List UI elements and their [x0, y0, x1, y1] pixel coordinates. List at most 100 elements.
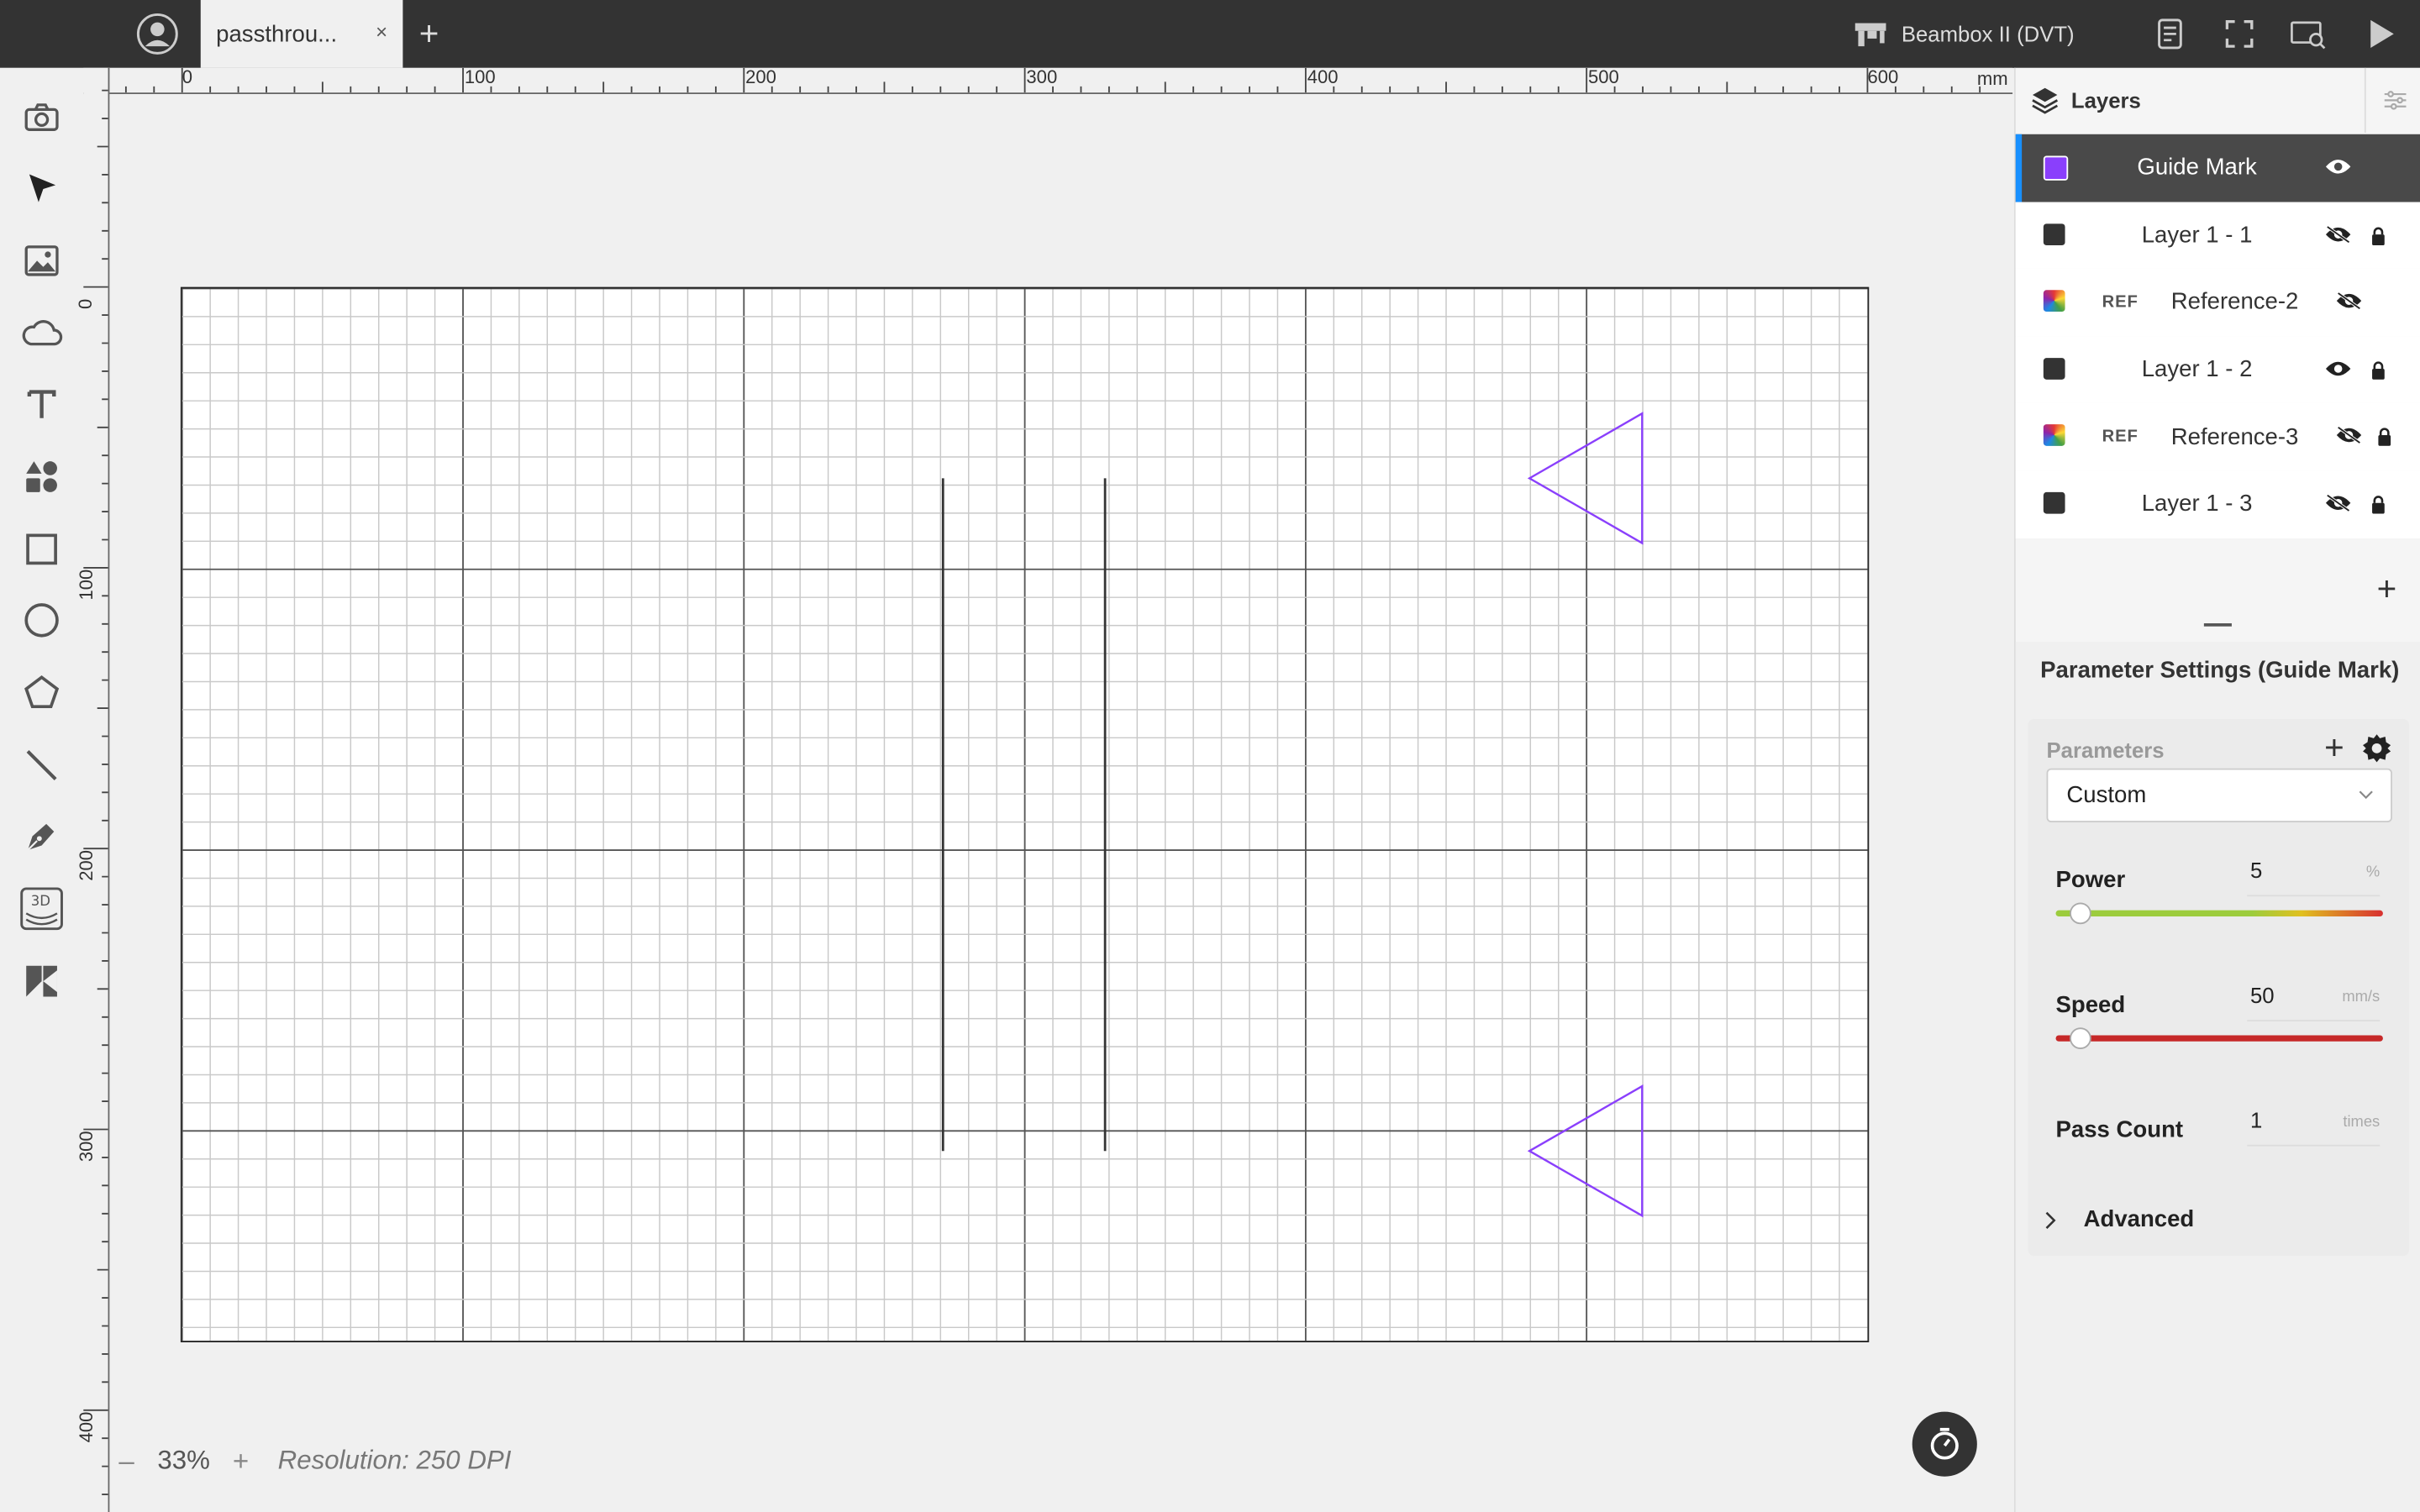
layer-row[interactable]: REF Reference-2	[2015, 268, 2420, 337]
power-slider-handle[interactable]	[2070, 902, 2091, 925]
document-settings-icon[interactable]	[2151, 15, 2188, 52]
ruler-top-label: 100	[464, 66, 496, 88]
layer-row[interactable]: Layer 1 - 3	[2015, 470, 2420, 538]
rectangle-icon[interactable]	[18, 526, 65, 572]
select-arrow-icon[interactable]	[18, 165, 65, 212]
right-panel: Layers Guide Mark Layer 1 - 1 REF Reference…	[2013, 67, 2420, 1512]
pen-icon[interactable]	[18, 813, 65, 859]
ruler-left-label: 300	[76, 1131, 97, 1163]
lock-icon[interactable]	[2370, 360, 2386, 387]
guide-mark-triangle[interactable]	[1527, 1084, 1644, 1218]
zoom-control: – 33% + Resolution: 250 DPI	[114, 1444, 511, 1478]
frame-icon[interactable]	[2221, 15, 2258, 52]
layer-color-swatch[interactable]	[2043, 223, 2065, 245]
cloud-icon[interactable]	[18, 310, 65, 356]
speed-slider-handle[interactable]	[2070, 1027, 2091, 1049]
zoom-in-button[interactable]: +	[229, 1445, 253, 1478]
layer-row[interactable]: Guide Mark	[2015, 134, 2420, 202]
eye-off-icon[interactable]	[2335, 291, 2363, 320]
eye-off-icon[interactable]	[2335, 425, 2363, 454]
line-icon[interactable]	[18, 742, 65, 788]
pass-count-label: Pass Count	[2055, 1116, 2184, 1144]
dxf-icon[interactable]	[18, 958, 65, 1005]
speed-slider[interactable]	[2055, 1027, 2383, 1049]
eye-icon[interactable]	[2324, 358, 2352, 387]
layer-color-swatch[interactable]	[2043, 424, 2065, 447]
eye-off-icon[interactable]	[2324, 223, 2352, 253]
eye-off-icon[interactable]	[2324, 492, 2352, 522]
advanced-toggle[interactable]: Advanced	[2040, 1206, 2194, 1233]
image-icon[interactable]	[18, 238, 65, 284]
power-input[interactable]: 5 %	[2247, 855, 2381, 897]
power-label: Power	[2055, 867, 2126, 894]
top-bar: passthrou... × + Beambox II (DVT)	[0, 0, 2420, 68]
document-tab[interactable]: passthrou... ×	[200, 0, 403, 68]
svg-text:3D: 3D	[31, 893, 50, 909]
layer-name: Layer 1 - 1	[2141, 222, 2253, 249]
layer-row[interactable]: Layer 1 - 2	[2015, 336, 2420, 404]
layer-name: Layer 1 - 2	[2141, 356, 2253, 383]
shapes-icon[interactable]	[18, 454, 65, 500]
panel-resize-handle[interactable]	[2203, 623, 2232, 627]
timer-icon[interactable]	[1912, 1411, 1977, 1477]
pass-count-input[interactable]: 1 times	[2247, 1105, 2381, 1147]
canvas-area[interactable]	[109, 94, 2013, 1512]
layer-name: Layer 1 - 3	[2141, 491, 2253, 517]
new-tab-button[interactable]: +	[413, 13, 445, 55]
pass-count-value: 1	[2249, 1107, 2263, 1133]
layer-row[interactable]: REF Reference-3	[2015, 403, 2420, 471]
layer-color-swatch[interactable]	[2043, 357, 2065, 380]
machine-icon	[1854, 23, 1886, 47]
document-tab-label: passthrou...	[216, 20, 338, 48]
power-slider[interactable]	[2055, 902, 2383, 925]
ruler-left-label: 100	[76, 569, 97, 601]
chevron-down-icon	[2359, 790, 2373, 800]
layer-name: Reference-2	[2170, 289, 2299, 316]
machine-selector[interactable]: Beambox II (DVT)	[1852, 0, 2075, 68]
preset-dropdown[interactable]: Custom	[2046, 768, 2392, 822]
lock-icon[interactable]	[2377, 427, 2392, 454]
lock-icon[interactable]	[2370, 224, 2386, 252]
layers-icon	[2032, 87, 2059, 114]
guide-mark-triangle[interactable]	[1527, 412, 1644, 545]
ruler-left: 0 100 200 300 400	[75, 67, 110, 1512]
left-toolbar: 3D	[0, 67, 84, 1512]
ruler-top: 0 100 200 300 400 500 600 mm	[83, 66, 2013, 95]
3d-curve-icon[interactable]: 3D	[18, 885, 65, 932]
layers-header: Layers	[2016, 67, 2420, 133]
gear-icon[interactable]	[2361, 732, 2392, 771]
layer-settings-icon[interactable]	[2364, 67, 2420, 133]
play-icon[interactable]	[2363, 15, 2400, 52]
layer-color-swatch[interactable]	[2043, 290, 2065, 312]
close-tab-icon[interactable]: ×	[376, 20, 387, 44]
design-objects	[941, 412, 1644, 1218]
layer-name: Reference-3	[2170, 423, 2299, 450]
layer-name: Guide Mark	[2137, 155, 2257, 181]
pass-count-unit: times	[2343, 1114, 2381, 1131]
ruler-top-label: 200	[745, 66, 776, 88]
polygon-icon[interactable]	[18, 669, 65, 716]
ruler-left-label: 0	[74, 298, 97, 309]
parameter-box: Parameters + Custom Power 5 % Speed 50 m…	[2028, 718, 2410, 1257]
ellipse-icon[interactable]	[18, 597, 65, 643]
lock-icon[interactable]	[2370, 494, 2386, 522]
eye-icon[interactable]	[2324, 156, 2352, 186]
parameters-label: Parameters	[2046, 737, 2165, 763]
user-avatar-icon[interactable]	[133, 9, 182, 59]
layer-color-swatch[interactable]	[2043, 491, 2065, 514]
power-unit: %	[2365, 864, 2381, 881]
ruler-unit: mm	[1976, 67, 2008, 90]
add-layer-button[interactable]: +	[2377, 570, 2397, 610]
camera-preview-icon[interactable]	[2291, 15, 2328, 52]
layers-list: Guide Mark Layer 1 - 1 REF Reference-2 Layer…	[2015, 134, 2420, 538]
text-icon[interactable]	[18, 381, 65, 428]
camera-icon[interactable]	[18, 94, 65, 140]
zoom-out-button[interactable]: –	[114, 1445, 139, 1478]
layer-row[interactable]: Layer 1 - 1	[2015, 201, 2420, 269]
layer-color-swatch[interactable]	[2043, 155, 2069, 181]
ruler-top-label: 600	[1867, 66, 1899, 88]
ruler-top-label: 0	[182, 66, 193, 88]
speed-input[interactable]: 50 mm/s	[2247, 979, 2381, 1021]
add-preset-button[interactable]: +	[2324, 728, 2344, 769]
work-area[interactable]	[180, 286, 1870, 1342]
